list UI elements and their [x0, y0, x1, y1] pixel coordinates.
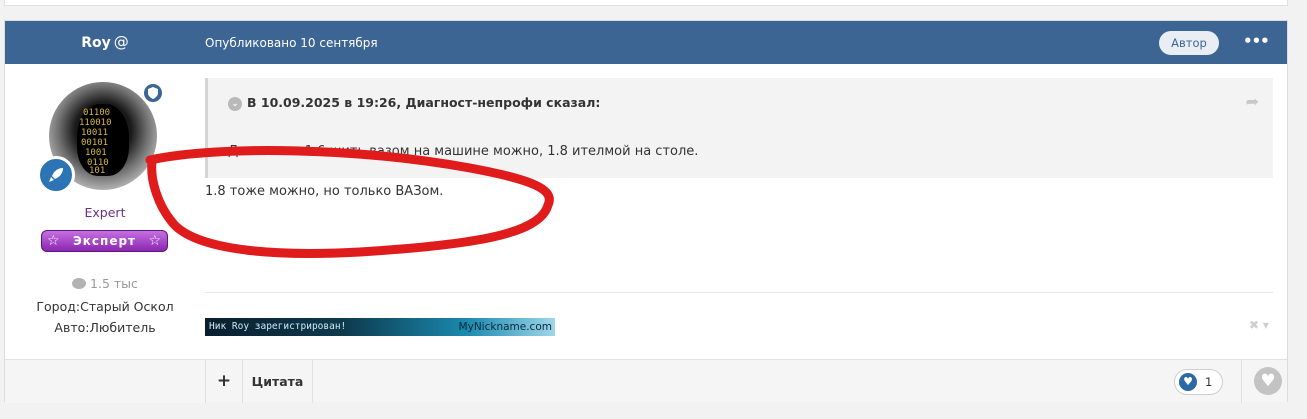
post-count: 1.5 тыс: [5, 276, 205, 291]
post-footer: + Цитата ♥ 1 ♥: [5, 359, 1289, 403]
signature-text: Ник Roy зарегистрирован!: [209, 321, 347, 332]
avatar-digits-line: 10011: [81, 128, 109, 138]
star-icon: ☆: [148, 233, 162, 249]
comment-icon: [72, 278, 87, 289]
hide-signature-icon[interactable]: ✖ ▾: [1249, 318, 1269, 332]
post-header: Roy @ Опубликовано 10 сентября Автор •••: [5, 21, 1287, 64]
share-arrow-icon[interactable]: ➦: [1246, 92, 1259, 111]
quote-header-text: В 10.09.2025 в 19:26, Диагност-непрофи с…: [247, 95, 601, 110]
author-city: Город:Старый Оскол: [36, 299, 174, 314]
like-button[interactable]: ♥: [1241, 360, 1289, 403]
signature-divider: [205, 292, 1273, 293]
signature-site: MyNickname.com: [458, 321, 552, 333]
group-badge-label: Эксперт: [72, 234, 137, 248]
group-name: Expert: [84, 205, 126, 220]
at-icon: @: [113, 33, 129, 51]
post-count-value: 1.5 тыс: [90, 276, 138, 291]
footer-spacer: [5, 360, 205, 403]
heart-icon: ♥: [1254, 367, 1282, 395]
quote-header[interactable]: ⌄ В 10.09.2025 в 19:26, Диагност-непрофи …: [228, 95, 600, 111]
reaction-count[interactable]: ♥ 1: [1174, 369, 1223, 395]
avatar-digits-line: 01100: [83, 108, 111, 118]
rocket-icon: [37, 156, 75, 194]
author-badge: Автор: [1159, 31, 1219, 55]
group-badge: ☆ Эксперт ☆: [41, 230, 168, 252]
quote-block: ⌄ В 10.09.2025 в 19:26, Диагност-непрофи …: [205, 78, 1273, 178]
author-name[interactable]: Roy @: [5, 21, 205, 64]
ellipsis-icon[interactable]: •••: [1243, 33, 1270, 51]
signature-banner[interactable]: Ник Roy зарегистрирован! MyNickname.com: [205, 318, 555, 336]
reaction-count-value: 1: [1205, 375, 1213, 389]
multiquote-button[interactable]: +: [205, 360, 243, 403]
avatar-digits-line: 101: [89, 166, 106, 176]
post-body-text: 1.8 тоже можно, но только ВАЗом.: [205, 184, 444, 199]
post-date[interactable]: Опубликовано 10 сентября: [205, 21, 378, 64]
quote-button[interactable]: Цитата: [243, 360, 313, 403]
forum-post: Roy @ Опубликовано 10 сентября Автор ••• …: [4, 20, 1289, 403]
quote-text: Двигатель 1.6 шить вазом на машине можно…: [228, 144, 699, 159]
avatar-digits-line: 1001: [85, 148, 107, 158]
author-car: Авто:Любитель: [54, 320, 156, 335]
avatar-digits-line: 110010: [79, 118, 112, 128]
avatar-face: 01100 110010 10011 00101 1001 0110 101: [77, 104, 129, 176]
author-name-text[interactable]: Roy: [81, 35, 111, 51]
author-panel: 01100 110010 10011 00101 1001 0110 101 E…: [5, 64, 205, 359]
heart-icon: ♥: [1179, 373, 1197, 391]
chevron-down-icon[interactable]: ⌄: [228, 97, 242, 111]
star-icon: ☆: [47, 233, 61, 249]
shield-icon: [142, 82, 164, 104]
previous-post-card: [4, 0, 1288, 6]
avatar-digits-line: 00101: [81, 138, 109, 148]
